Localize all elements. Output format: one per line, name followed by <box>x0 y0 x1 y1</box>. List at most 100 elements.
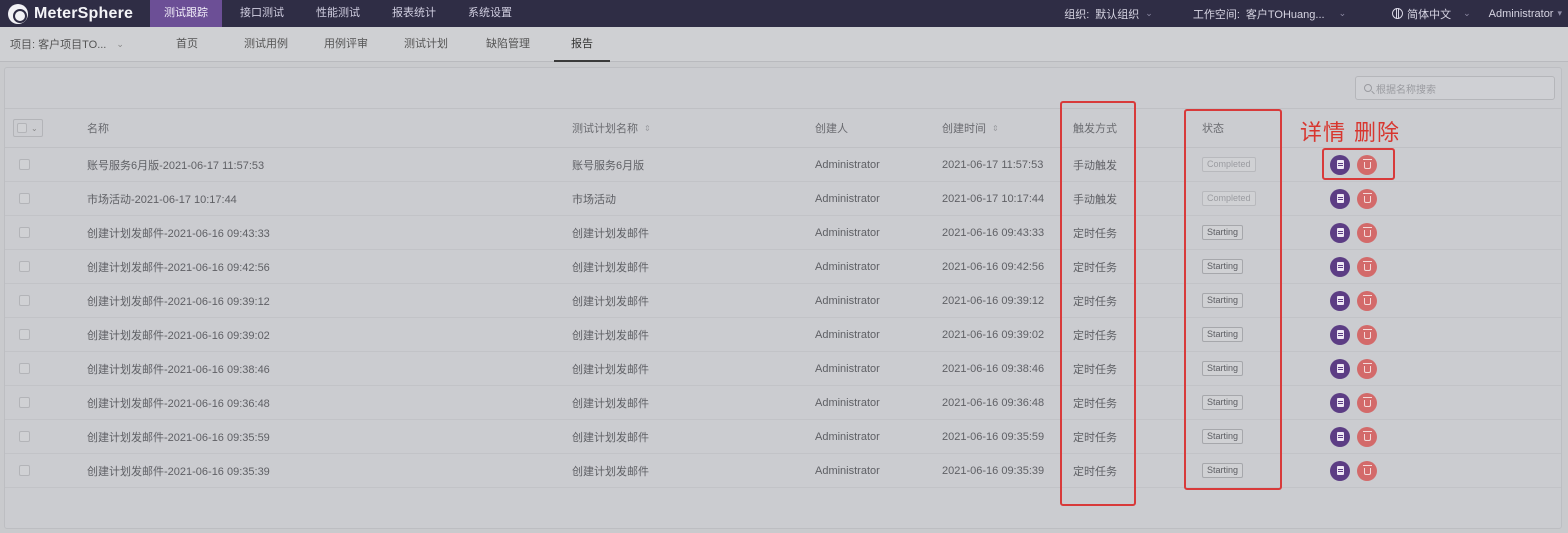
delete-button[interactable] <box>1357 426 1377 447</box>
sort-icon[interactable]: ⇕ <box>644 124 651 133</box>
report-name[interactable]: 账号服务6月版-2021-06-17 11:57:53 <box>87 148 264 181</box>
trash-icon <box>1362 261 1372 271</box>
status-cell: Completed <box>1202 148 1256 181</box>
table-row[interactable]: 创建计划发邮件-2021-06-16 09:43:33 创建计划发邮件 Admi… <box>5 216 1561 250</box>
delete-button[interactable] <box>1357 256 1377 277</box>
detail-button[interactable] <box>1330 290 1350 311</box>
checkbox-icon <box>19 295 30 306</box>
logo[interactable]: MeterSphere <box>0 3 150 24</box>
trash-icon <box>1362 295 1372 305</box>
user-name: Administrator <box>1488 7 1554 20</box>
status-badge: Starting <box>1202 259 1244 274</box>
select-all-checkbox[interactable]: ⌄ <box>13 109 43 147</box>
detail-button[interactable] <box>1330 324 1350 345</box>
detail-button[interactable] <box>1330 188 1350 209</box>
created-time: 2021-06-16 09:39:12 <box>942 294 1045 307</box>
created-time: 2021-06-17 10:17:44 <box>942 192 1045 205</box>
row-checkbox[interactable] <box>19 454 30 487</box>
row-checkbox[interactable] <box>19 182 30 215</box>
row-checkbox[interactable] <box>19 352 30 385</box>
table-row[interactable]: 创建计划发邮件-2021-06-16 09:42:56 创建计划发邮件 Admi… <box>5 250 1561 284</box>
menu-report-statistics[interactable]: 报表统计 <box>378 0 450 27</box>
table-row[interactable]: 创建计划发邮件-2021-06-16 09:35:39 创建计划发邮件 Admi… <box>5 454 1561 488</box>
report-name[interactable]: 创建计划发邮件-2021-06-16 09:43:33 <box>87 216 270 249</box>
detail-button[interactable] <box>1330 222 1350 243</box>
detail-button[interactable] <box>1330 426 1350 447</box>
detail-button[interactable] <box>1330 154 1350 175</box>
search-input[interactable]: 根据名称搜索 <box>1355 76 1555 100</box>
user-menu[interactable]: Administrator ▾ <box>1489 8 1562 20</box>
document-icon <box>1336 262 1344 271</box>
tab-home[interactable]: 首页 <box>158 27 216 62</box>
language-selector[interactable]: 简体中文 ⌄ <box>1392 6 1471 22</box>
delete-button[interactable] <box>1357 460 1377 481</box>
plan-name: 市场活动 <box>572 193 616 206</box>
creator: Administrator <box>815 396 880 409</box>
table-row[interactable]: 创建计划发邮件-2021-06-16 09:36:48 创建计划发邮件 Admi… <box>5 386 1561 420</box>
header-plan[interactable]: 测试计划名称 ⇕ <box>572 109 651 147</box>
detail-button[interactable] <box>1330 256 1350 277</box>
trigger-mode: 定时任务 <box>1073 329 1117 342</box>
tab-test-cases[interactable]: 测试用例 <box>224 27 308 62</box>
row-checkbox[interactable] <box>19 284 30 317</box>
document-icon <box>1336 466 1344 475</box>
report-name[interactable]: 创建计划发邮件-2021-06-16 09:36:48 <box>87 386 270 419</box>
annotation-label: 详情 删除 <box>1300 121 1400 146</box>
delete-button[interactable] <box>1357 392 1377 413</box>
menu-performance-test[interactable]: 性能测试 <box>302 0 374 27</box>
detail-button[interactable] <box>1330 460 1350 481</box>
row-checkbox[interactable] <box>19 420 30 453</box>
delete-button[interactable] <box>1357 222 1377 243</box>
row-checkbox[interactable] <box>19 148 30 181</box>
creator: Administrator <box>815 260 880 273</box>
delete-button[interactable] <box>1357 154 1377 175</box>
tab-defect-management[interactable]: 缺陷管理 <box>468 27 548 62</box>
table-row[interactable]: 创建计划发邮件-2021-06-16 09:35:59 创建计划发邮件 Admi… <box>5 420 1561 454</box>
delete-button[interactable] <box>1357 358 1377 379</box>
org-selector[interactable]: 组织: 默认组织 ⌄ <box>1064 6 1153 22</box>
plan-name: 账号服务6月版 <box>572 159 645 172</box>
report-name[interactable]: 市场活动-2021-06-17 10:17:44 <box>87 182 237 215</box>
report-name[interactable]: 创建计划发邮件-2021-06-16 09:42:56 <box>87 250 270 283</box>
report-name[interactable]: 创建计划发邮件-2021-06-16 09:35:39 <box>87 454 270 487</box>
menu-system-settings[interactable]: 系统设置 <box>454 0 526 27</box>
trigger-mode: 定时任务 <box>1073 363 1117 376</box>
workspace-value: 客户TOHuang... <box>1245 8 1325 21</box>
row-checkbox[interactable] <box>19 318 30 351</box>
tab-case-review[interactable]: 用例评审 <box>308 27 384 62</box>
report-name[interactable]: 创建计划发邮件-2021-06-16 09:39:12 <box>87 284 270 317</box>
document-icon <box>1336 398 1344 407</box>
detail-button[interactable] <box>1330 392 1350 413</box>
workspace-selector[interactable]: 工作空间: 客户TOHuang... ⌄ <box>1193 6 1346 22</box>
menu-api-test[interactable]: 接口测试 <box>226 0 298 27</box>
table-row[interactable]: 创建计划发邮件-2021-06-16 09:39:12 创建计划发邮件 Admi… <box>5 284 1561 318</box>
row-actions <box>1330 148 1384 181</box>
row-checkbox[interactable] <box>19 250 30 283</box>
table-row[interactable]: 账号服务6月版-2021-06-17 11:57:53 账号服务6月版 Admi… <box>5 148 1561 182</box>
search-placeholder: 根据名称搜索 <box>1376 84 1436 96</box>
report-name[interactable]: 创建计划发邮件-2021-06-16 09:38:46 <box>87 352 270 385</box>
tab-report[interactable]: 报告 <box>554 27 610 62</box>
trigger-mode: 定时任务 <box>1073 261 1117 274</box>
header-name: 名称 <box>87 123 109 135</box>
table-row[interactable]: 市场活动-2021-06-17 10:17:44 市场活动 Administra… <box>5 182 1561 216</box>
header-created-time[interactable]: 创建时间 ⇕ <box>942 109 999 147</box>
report-name[interactable]: 创建计划发邮件-2021-06-16 09:35:59 <box>87 420 270 453</box>
delete-button[interactable] <box>1357 188 1377 209</box>
chevron-down-icon: ⌄ <box>1463 8 1471 18</box>
table-row[interactable]: 创建计划发邮件-2021-06-16 09:38:46 创建计划发邮件 Admi… <box>5 352 1561 386</box>
created-time: 2021-06-16 09:39:02 <box>942 328 1045 341</box>
delete-button[interactable] <box>1357 290 1377 311</box>
detail-button[interactable] <box>1330 358 1350 379</box>
delete-button[interactable] <box>1357 324 1377 345</box>
table-body: 账号服务6月版-2021-06-17 11:57:53 账号服务6月版 Admi… <box>5 148 1561 488</box>
tab-test-plan[interactable]: 测试计划 <box>384 27 468 62</box>
sort-icon[interactable]: ⇕ <box>992 124 999 133</box>
row-checkbox[interactable] <box>19 216 30 249</box>
project-selector[interactable]: 项目: 客户项目TO... ⌄ <box>0 36 158 52</box>
row-checkbox[interactable] <box>19 386 30 419</box>
table-row[interactable]: 创建计划发邮件-2021-06-16 09:39:02 创建计划发邮件 Admi… <box>5 318 1561 352</box>
report-name[interactable]: 创建计划发邮件-2021-06-16 09:39:02 <box>87 318 270 351</box>
menu-test-tracking[interactable]: 测试跟踪 <box>150 0 222 27</box>
trigger-mode: 手动触发 <box>1073 159 1117 172</box>
